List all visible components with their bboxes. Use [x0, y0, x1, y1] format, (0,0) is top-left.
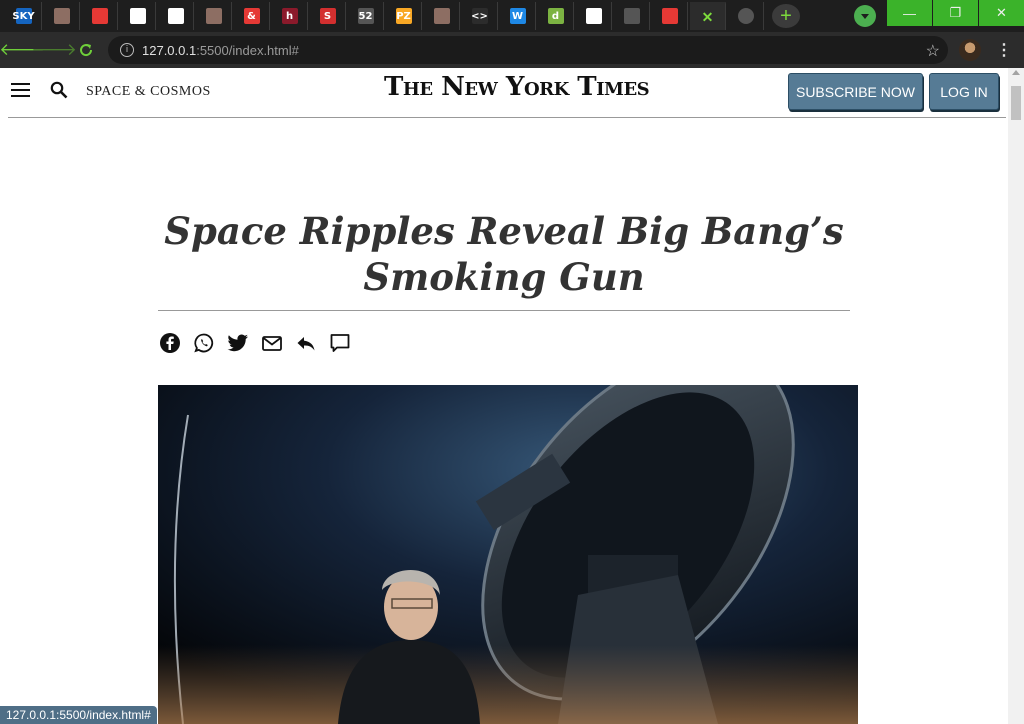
badger-favicon-icon	[433, 8, 450, 24]
hero-image	[158, 385, 858, 724]
w-favicon-icon: W	[509, 8, 526, 24]
twitter-icon[interactable]	[226, 332, 248, 354]
email-icon[interactable]	[261, 332, 283, 354]
browser-tab[interactable]: d	[538, 2, 574, 30]
browser-tab[interactable]: 52	[348, 2, 384, 30]
toolbar: 🡐 🡒 i 127.0.0.1:5500/index.html# ☆	[0, 32, 1024, 68]
browser-tab[interactable]	[120, 2, 156, 30]
forward-icon[interactable]: 🡒	[31, 40, 77, 60]
browser-tab[interactable]	[158, 2, 194, 30]
headline-divider	[158, 310, 850, 311]
whatsapp-icon[interactable]	[193, 332, 215, 354]
browser-tab[interactable]	[82, 2, 118, 30]
browser-tab[interactable]	[652, 2, 688, 30]
comment-icon[interactable]	[329, 332, 351, 354]
browser-tab[interactable]: h	[272, 2, 308, 30]
site-header: SPACE & COSMOS The New York Times SUBSCR…	[8, 68, 1006, 118]
browser-tab[interactable]	[44, 2, 80, 30]
browser-tab[interactable]: S	[310, 2, 346, 30]
badger-favicon-icon	[53, 8, 70, 24]
browser-tab[interactable]: &	[234, 2, 270, 30]
ampersand-favicon-icon: &	[243, 8, 260, 24]
scrollbar-thumb[interactable]	[1011, 86, 1021, 120]
section-label[interactable]: SPACE & COSMOS	[86, 84, 211, 100]
github-favicon-icon	[585, 8, 602, 24]
browser-menu-icon[interactable]: ⋮	[996, 40, 1012, 60]
login-button[interactable]: LOG IN	[929, 73, 999, 110]
cubes-favicon-icon	[91, 8, 108, 24]
url-host: 127.0.0.1	[142, 42, 197, 58]
d-favicon-icon: d	[547, 8, 564, 24]
new-tab-button[interactable]: +	[772, 4, 800, 28]
browser-tab[interactable]: <>	[462, 2, 498, 30]
reload-icon[interactable]	[76, 40, 96, 60]
code-favicon-icon: <>	[471, 8, 488, 24]
search-icon[interactable]	[50, 81, 68, 104]
web-page: SPACE & COSMOS The New York Times SUBSCR…	[0, 68, 1008, 724]
browser-tab[interactable]: PZ	[386, 2, 422, 30]
article-headline: Space Ripples Reveal Big Bang’s Smoking …	[164, 209, 844, 299]
facebook-icon[interactable]	[159, 332, 181, 354]
globe-favicon-icon	[737, 8, 754, 24]
minimize-button[interactable]: —	[887, 0, 932, 26]
sky-news-favicon-icon: SKY	[12, 8, 35, 24]
browser-tab[interactable]	[424, 2, 460, 30]
vertical-scrollbar[interactable]	[1008, 68, 1024, 724]
share-icon[interactable]	[295, 332, 317, 354]
masthead-logo[interactable]: The New York Times	[384, 72, 650, 102]
close-window-button[interactable]: ✕	[979, 0, 1024, 26]
address-bar[interactable]: i 127.0.0.1:5500/index.html# ☆	[108, 36, 948, 64]
restore-button[interactable]: ❐	[933, 0, 978, 26]
url-text: 127.0.0.1:5500/index.html#	[142, 43, 299, 58]
s-favicon-icon: S	[319, 8, 336, 24]
browser-tab[interactable]	[728, 2, 764, 30]
drop-favicon-icon	[167, 8, 184, 24]
drop-favicon-icon	[129, 8, 146, 24]
badger-favicon-icon	[205, 8, 222, 24]
profile-avatar[interactable]	[959, 39, 981, 61]
pz-favicon-icon: PZ	[395, 8, 412, 24]
link-status-tooltip: 127.0.0.1:5500/index.html#	[0, 706, 157, 724]
subscribe-button[interactable]: SUBSCRIBE NOW	[788, 73, 923, 110]
extension-icon[interactable]	[854, 5, 876, 27]
active-browser-tab[interactable]: ✕	[690, 2, 726, 30]
browser-tab[interactable]	[614, 2, 650, 30]
hamburger-menu-icon[interactable]	[11, 83, 30, 98]
close-tab-icon[interactable]: ✕	[702, 9, 714, 26]
browser-tab[interactable]	[576, 2, 612, 30]
bookmark-star-icon[interactable]: ☆	[926, 41, 940, 61]
scroll-up-arrow-icon[interactable]	[1012, 70, 1020, 75]
fifty-two-favicon-icon: 52	[357, 8, 374, 24]
youtube-favicon-icon	[661, 8, 678, 24]
browser-tab[interactable]: W	[500, 2, 536, 30]
browser-tab[interactable]	[196, 2, 232, 30]
url-path: :5500/index.html#	[196, 42, 299, 58]
globe-favicon-icon	[623, 8, 640, 24]
h-favicon-icon: h	[281, 8, 298, 24]
site-info-icon[interactable]: i	[120, 43, 134, 57]
browser-tab[interactable]: SKY	[6, 2, 42, 30]
tab-strip: ✕ d W <> PZ 52 Sh & SKY + — ❐ ✕	[0, 0, 1024, 32]
telescope-photo	[158, 385, 858, 724]
back-icon[interactable]: 🡐	[0, 40, 45, 60]
